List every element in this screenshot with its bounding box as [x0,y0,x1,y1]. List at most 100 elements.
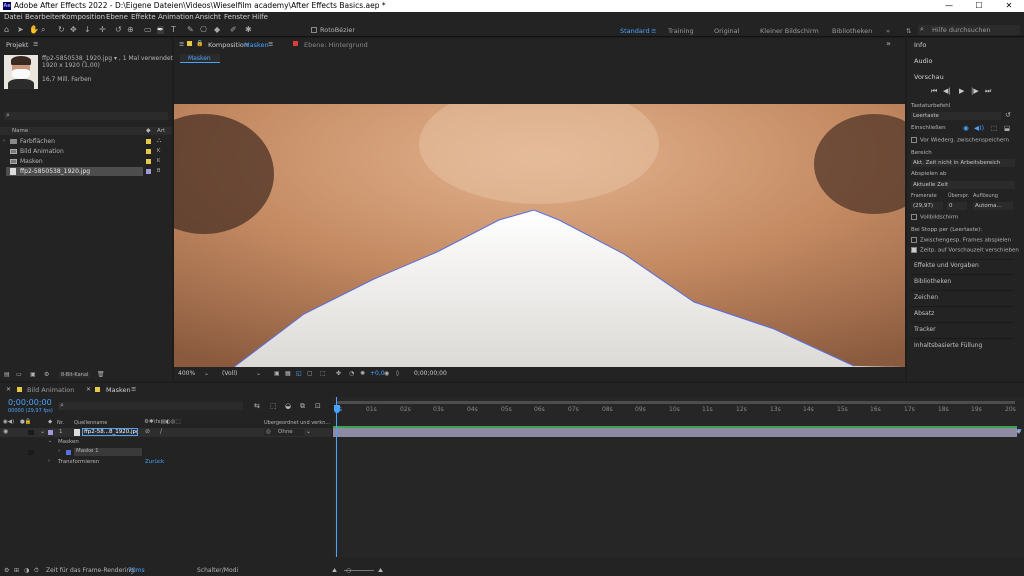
fullscreen-checkbox[interactable] [911,214,917,220]
new-folder-icon[interactable]: ▭ [16,371,22,378]
column-name[interactable]: Name [12,128,28,134]
brush-tool-icon[interactable]: ✎ [187,26,194,34]
timeline-timecode[interactable]: 0;00;00;00 [8,398,52,407]
include-layer-controls-icon[interactable]: ⬓ [1004,124,1010,132]
playhead-handle[interactable] [334,405,340,413]
framerate-dropdown[interactable]: (29,97) [911,202,943,210]
audio-panel-tab[interactable]: Audio [914,57,932,65]
clone-stamp-tool-icon[interactable]: ⎔ [200,26,207,34]
include-audio-icon[interactable]: ◀)) [974,124,984,132]
color-management-icon[interactable]: ◔ [349,370,354,377]
include-video-icon[interactable]: ◉ [963,124,969,132]
pen-tool-icon[interactable]: ✒ [157,26,164,34]
timeline-search-input[interactable]: ⌕ [58,401,243,410]
mask-name[interactable]: Maske 1 [74,448,142,456]
menu-bearbeiten[interactable]: Bearbeiten [25,13,63,21]
cache-frames-checkbox[interactable] [911,237,917,243]
panel-menu-icon[interactable]: ≡ [33,40,38,48]
lock-toggle[interactable] [28,450,34,455]
reset-icon[interactable]: ↺ [1005,111,1011,119]
column-source-name[interactable]: Quellenname [74,420,107,426]
work-area-bar[interactable] [337,401,1015,404]
pan-tool-icon[interactable]: ✥ [70,26,77,34]
region-of-interest-icon[interactable]: ▣ [274,370,280,377]
time-ruler[interactable]: 0s 01s 02s 03s 04s 05s 06s 07s 08s 09s 1… [333,406,1024,414]
tab-menu-icon[interactable]: ≡ [268,40,273,48]
include-overlays-icon[interactable]: ⬚ [991,124,997,132]
menu-animation[interactable]: Animation [158,13,194,21]
home-icon[interactable]: ⌂ [4,26,9,34]
menu-ansicht[interactable]: Ansicht [195,13,221,21]
tab-close-icon[interactable]: ✕ [86,386,91,393]
composition-viewer[interactable] [174,104,905,367]
before-play-checkbox[interactable] [911,137,917,143]
transform-row[interactable]: › Transformieren Zurück [0,458,332,467]
eraser-tool-icon[interactable]: ◆ [214,26,220,34]
comp-settings-icon[interactable]: ⚙ [4,567,9,574]
safe-zones-icon[interactable]: ▢ [307,370,313,377]
workspace-libraries[interactable]: Bibliotheken [832,27,872,35]
info-panel-tab[interactable]: Info [914,41,926,49]
previous-frame-icon[interactable]: ◀| [943,87,951,95]
content-aware-fill-panel-tab[interactable]: Inhaltsbasierte Füllung [914,342,982,349]
layer-duration-bar[interactable] [333,428,1017,437]
column-parent[interactable]: Übergeordnet und verkn... [264,420,330,426]
draft-icon[interactable]: ◑ [24,567,29,574]
exposure-icon[interactable]: ✺ [360,370,365,377]
new-comp-icon[interactable]: ▣ [30,371,36,378]
label-column-icon[interactable]: ◆ [146,127,151,134]
panel-menu-icon[interactable]: ≡ [179,40,184,48]
menu-effekte[interactable]: Effekte [131,13,156,21]
paragraph-panel-tab[interactable]: Absatz [914,310,934,317]
switches-icon[interactable]: ⚙✱\fx▤◐◎⬚ [144,419,181,425]
workspace-small-screen[interactable]: Kleiner Bildschirm [760,27,819,35]
menu-komposition[interactable]: Komposition [62,13,105,21]
workspace-more-icon[interactable]: » [886,27,890,35]
menu-hilfe[interactable]: Hilfe [252,13,268,21]
mask-color-swatch[interactable] [66,450,71,455]
zoom-in-icon[interactable]: ⛰ [378,567,383,575]
workspace-original[interactable]: Original [714,27,739,35]
rectangle-tool-icon[interactable]: ▭ [144,26,152,34]
resolution-dropdown[interactable]: Automa... [973,202,1013,210]
type-tool-icon[interactable]: T [171,26,176,34]
anchor-tool-icon[interactable]: ⊕ [127,26,134,34]
pickwhip-icon[interactable]: ◎ [266,429,271,435]
expand-arrow-icon[interactable]: ⌄ [40,428,45,435]
layer-row[interactable]: ◉ ⌄ 1 ffp2-58...8_1920.jpg ⊘ / ◎ Ohne ⌄ [0,428,332,437]
project-item[interactable]: › Farbflächen ⛬ [0,137,172,146]
last-frame-icon[interactable]: ⏭ [985,87,991,96]
column-number[interactable]: Nr. [57,420,64,426]
move-time-checkbox[interactable] [911,247,917,253]
comp-tab-prefix[interactable]: Komposition [208,41,248,49]
orbit-tool-icon[interactable]: ↻ [58,26,65,34]
libraries-panel-tab[interactable]: Bibliotheken [914,278,951,285]
puppet-tool-icon[interactable]: ✱ [245,26,252,34]
selection-tool-icon[interactable]: ➤ [17,26,24,34]
exposure-value[interactable]: +0,0 [370,370,385,377]
frame-blending-icon[interactable]: ⧉ [300,402,305,411]
label-column-icon[interactable]: ◆ [48,419,52,425]
interpret-footage-icon[interactable]: ▤ [4,371,10,378]
quality-icon[interactable]: / [160,428,162,435]
draft-3d-icon[interactable]: ⬚ [270,402,277,410]
layer-tab[interactable]: Ebene: Hintergrund [304,41,368,49]
resolution-dropdown[interactable]: (Voll) [222,370,237,377]
transform-reset-link[interactable]: Zurück [145,459,164,465]
mask-visibility-icon[interactable]: ◱ [296,370,302,377]
help-search-input[interactable]: ⌕ Hilfe durchsuchen [918,25,1020,35]
mask-row[interactable]: › Maske 1 [0,448,332,457]
time-graph[interactable]: 0s 01s 02s 03s 04s 05s 06s 07s 08s 09s 1… [333,397,1024,557]
preview-panel-title[interactable]: Vorschau [914,73,944,81]
breadcrumb-masken[interactable]: Masken [188,55,211,62]
workspace-standard[interactable]: Standard [620,27,650,35]
range-dropdown[interactable]: Akt. Zeit nicht in Arbeitsbereich [911,159,1015,167]
minimize-button[interactable]: — [934,0,964,12]
shy-icon[interactable]: ⊘ [145,428,150,435]
breadcrumb[interactable]: Masken [180,54,220,63]
play-from-dropdown[interactable]: Aktuelle Zeit [911,181,1015,189]
project-panel-title[interactable]: Projekt [6,41,28,49]
workspace-training[interactable]: Training [668,27,694,35]
lock-icon[interactable]: 🔒 [196,40,203,47]
shortcut-dropdown[interactable]: Leertaste [911,112,1001,120]
